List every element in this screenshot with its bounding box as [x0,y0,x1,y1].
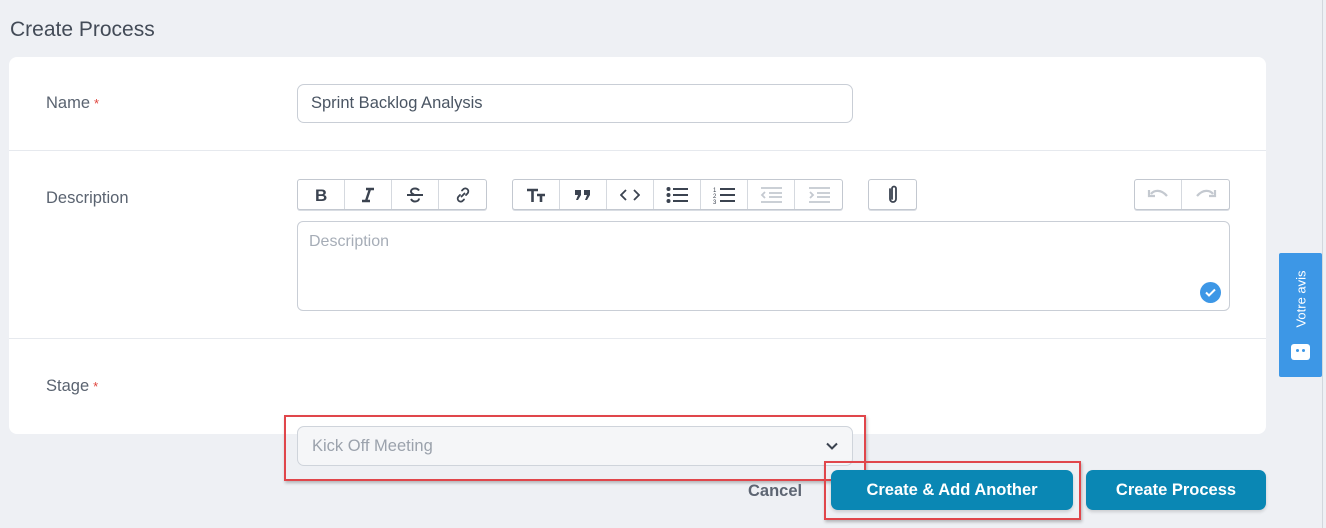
toolbar-attach-group [868,179,917,210]
toolbar-format-group: B [297,179,487,210]
create-process-form: Name* Description B [9,57,1266,481]
grammar-check-icon[interactable] [1200,282,1221,303]
svg-text:B: B [315,187,327,203]
strikethrough-icon[interactable] [392,180,439,209]
stage-select[interactable]: Kick Off Meeting [297,426,853,466]
bullet-list-icon[interactable] [654,180,701,209]
name-label: Name * [46,94,99,113]
stage-label-text: Stage [46,377,90,395]
code-icon[interactable] [607,180,654,209]
create-and-add-another-button[interactable]: Create & Add Another [831,470,1073,510]
scrollbar-track [1322,0,1323,528]
description-label: Description [46,189,129,207]
stage-select-value: Kick Off Meeting [312,436,433,455]
required-mark: * [94,96,100,111]
toolbar-history-group [1134,179,1230,210]
bold-icon[interactable]: B [298,180,345,209]
required-mark: * [93,379,99,394]
chevron-down-icon [826,437,838,455]
italic-icon[interactable] [345,180,392,209]
indent-icon[interactable] [795,180,842,209]
page-title: Create Process [10,18,155,41]
name-label-text: Name [46,94,91,112]
feedback-label: Votre avis [1293,270,1308,328]
svg-text:3: 3 [713,200,717,204]
feedback-tab[interactable]: Votre avis [1279,253,1322,377]
attachment-icon[interactable] [869,180,916,209]
name-input[interactable] [297,84,853,123]
cancel-button[interactable]: Cancel [748,482,802,501]
description-textarea[interactable] [297,221,1230,311]
redo-icon[interactable] [1182,180,1229,209]
heading-icon[interactable] [513,180,560,209]
name-row: Name * [9,57,1266,151]
link-icon[interactable] [439,180,486,209]
stage-row: Stage * Kick Off Meeting [9,339,1266,481]
smiley-icon [1291,344,1310,360]
outdent-icon[interactable] [748,180,795,209]
undo-icon[interactable] [1135,180,1182,209]
stage-label: Stage * [46,377,98,396]
description-row: Description B 1 2 3 Description [9,151,1266,339]
quote-icon[interactable] [560,180,607,209]
toolbar-block-group: 123 [512,179,843,210]
create-process-button[interactable]: Create Process [1086,470,1266,510]
numbered-list-icon[interactable]: 123 [701,180,748,209]
